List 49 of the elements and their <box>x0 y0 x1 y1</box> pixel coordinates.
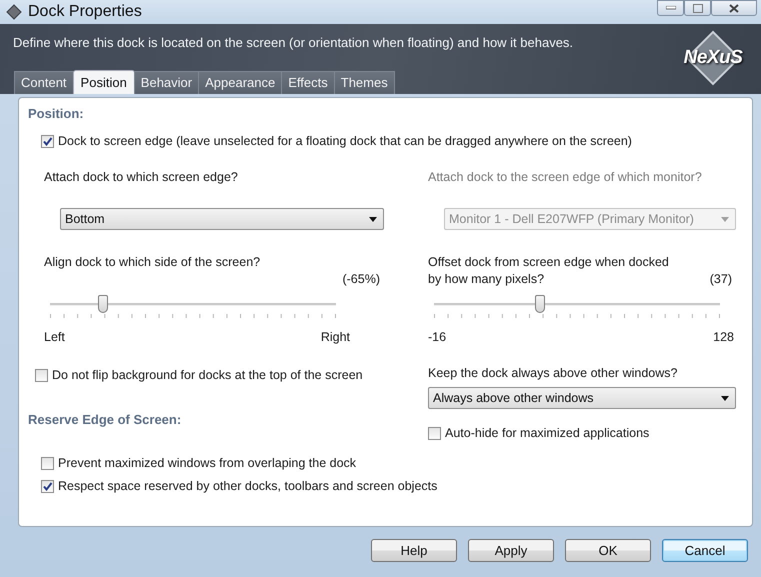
dialog-button[interactable]: Cancel <box>662 539 748 562</box>
close-icon <box>729 4 739 12</box>
caret-icon <box>721 216 729 222</box>
field-label: Attach dock to the screen edge of which monitor? <box>428 170 703 184</box>
caret-icon <box>721 396 729 400</box>
checkbox[interactable] <box>428 426 441 440</box>
slider-thumb[interactable] <box>534 295 545 313</box>
field-label: Attach dock to which screen edge? <box>44 170 239 184</box>
dialog-button[interactable]: OK <box>565 539 651 562</box>
caret-icon <box>369 216 377 222</box>
slider-thumb[interactable] <box>98 295 108 313</box>
minimize-button[interactable] <box>657 0 684 16</box>
close-button[interactable] <box>711 0 757 16</box>
checkbox-label: Dock to screen edge (leave unselected for a floating dock that can be dragged anywhere on the screen) <box>58 134 632 148</box>
scale-label: 128 <box>713 330 734 344</box>
slider-reading: (-65%) <box>342 271 381 288</box>
checkbox-label: Respect space reserved by other docks, toolbars and screen objects <box>58 479 438 493</box>
dropdown[interactable]: Bottom <box>60 208 384 230</box>
checkbox-label: Auto-hide for maximized applications <box>445 426 650 440</box>
tab[interactable]: Appearance <box>198 71 282 94</box>
diamond-icon <box>6 4 22 20</box>
scale-label: Left <box>44 330 65 344</box>
tab[interactable]: Behavior <box>134 71 200 94</box>
slider-reading: (37) <box>710 271 733 288</box>
section-heading: Reserve Edge of Screen: <box>28 412 182 427</box>
dialog-button[interactable]: Apply <box>468 539 554 562</box>
dialog-button[interactable]: Help <box>371 539 457 562</box>
scale-label: -16 <box>428 330 446 344</box>
minimize-icon <box>666 6 676 10</box>
tab[interactable]: Effects <box>281 71 335 94</box>
maximize-icon <box>692 4 702 12</box>
checkbox-label: Do not flip background for docks at the top of the screen <box>52 368 363 382</box>
field-label: Align dock to which side of the screen? <box>44 254 260 271</box>
field-label: Offset dock from screen edge when docked by how many pixels? <box>428 254 669 288</box>
tab[interactable]: Position <box>72 70 135 94</box>
tab[interactable]: Themes <box>334 71 395 94</box>
checkbox[interactable] <box>41 480 54 492</box>
scale-label: Right <box>320 330 350 344</box>
section-heading: Position: <box>28 106 85 121</box>
checkbox[interactable] <box>41 134 54 148</box>
dropdown[interactable]: Always above other windows <box>428 387 736 409</box>
checkbox-label: Prevent maximized windows from overlaping the dock <box>58 456 356 470</box>
window-title: Dock Properties <box>28 3 143 21</box>
tab[interactable]: Content <box>14 71 74 94</box>
header-description: Define where this dock is located on the screen (or orientation when floating) and how it behaves. <box>13 35 574 50</box>
checkbox[interactable] <box>35 368 48 382</box>
maximize-button[interactable] <box>684 0 711 16</box>
checkbox[interactable] <box>41 456 54 470</box>
field-label: Keep the dock always above other windows? <box>428 366 678 380</box>
